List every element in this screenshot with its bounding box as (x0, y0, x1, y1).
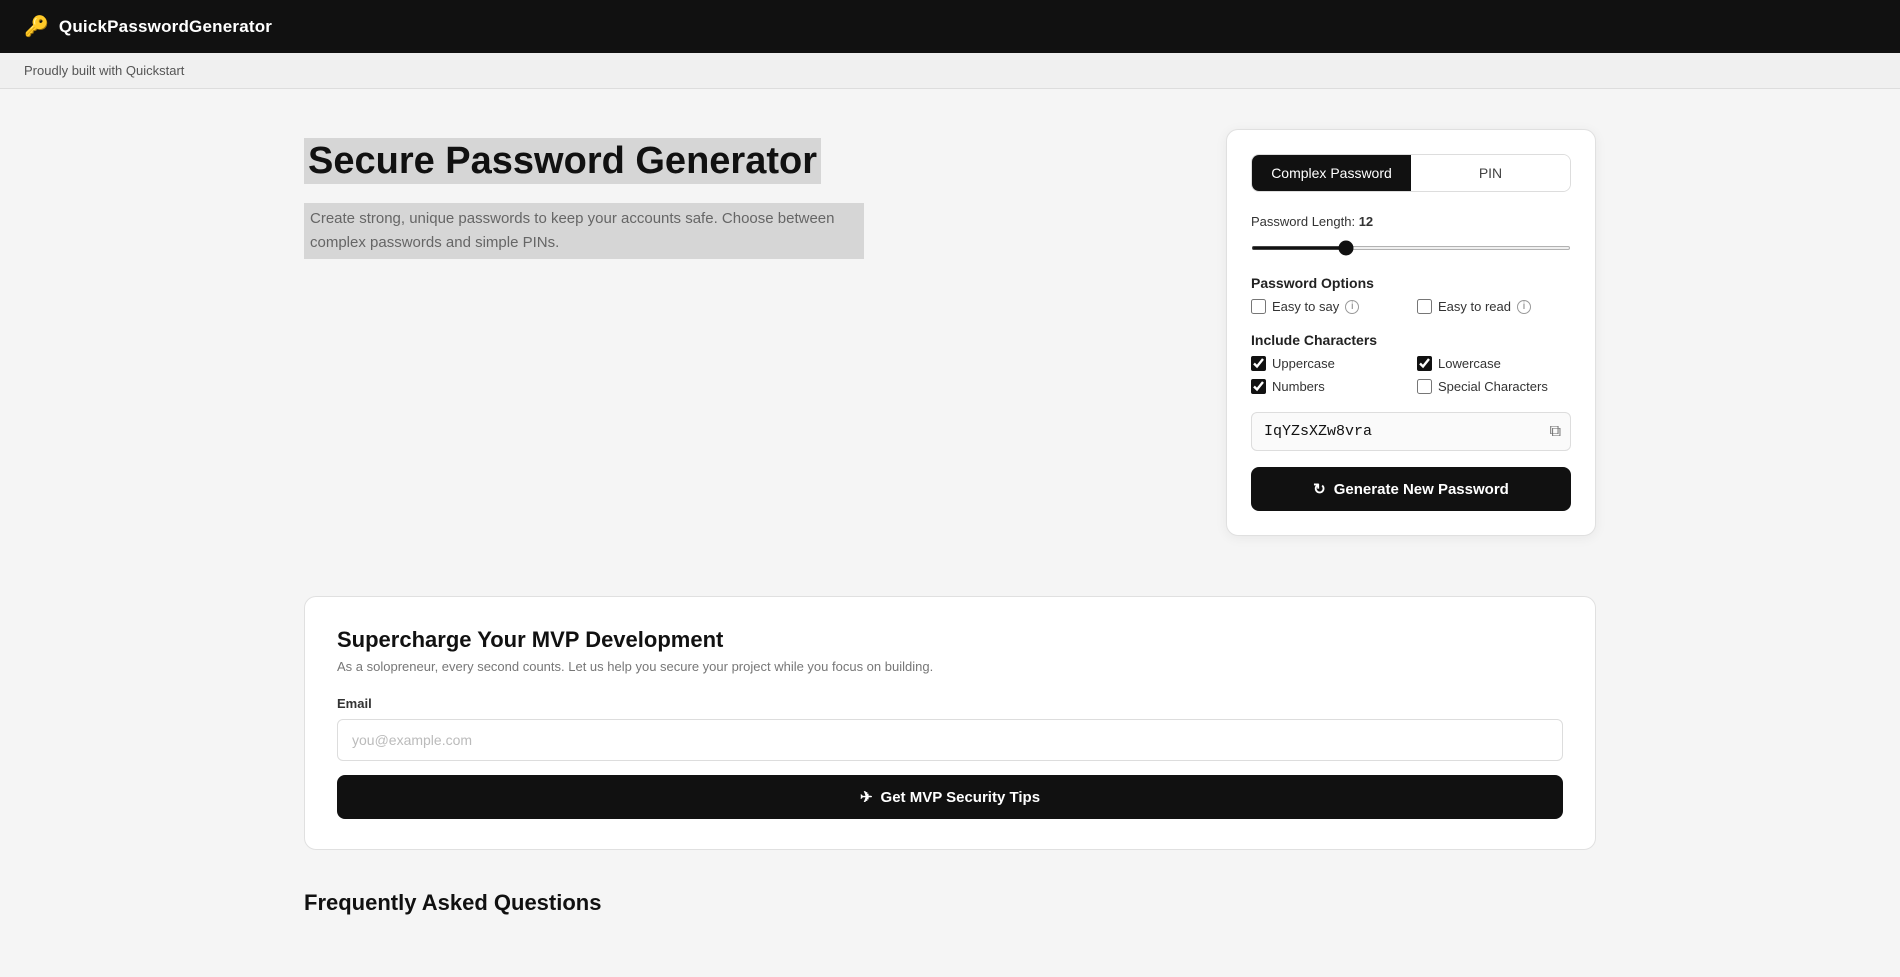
include-characters-section: Include Characters Uppercase Lowercase N… (1251, 332, 1571, 394)
bottom-section: Supercharge Your MVP Development As a so… (280, 596, 1620, 976)
options-label: Password Options (1251, 275, 1571, 291)
subbar: Proudly built with Quickstart (0, 53, 1900, 89)
lowercase-label: Lowercase (1438, 356, 1501, 371)
uppercase-label: Uppercase (1272, 356, 1335, 371)
password-options-section: Password Options Easy to say i Easy to r… (1251, 275, 1571, 314)
numbers-checkbox[interactable] (1251, 379, 1266, 394)
easy-read-checkbox[interactable] (1417, 299, 1432, 314)
easy-say-info-icon[interactable]: i (1345, 300, 1359, 314)
password-length-section: Password Length: 12 (1251, 214, 1571, 255)
tab-pin[interactable]: PIN (1411, 155, 1570, 191)
email-input[interactable] (337, 719, 1563, 761)
option-easy-say: Easy to say i (1251, 299, 1405, 314)
option-special: Special Characters (1417, 379, 1571, 394)
easy-read-info-icon[interactable]: i (1517, 300, 1531, 314)
password-output[interactable] (1251, 412, 1571, 451)
app-title: QuickPasswordGenerator (59, 17, 272, 37)
hero-section: Secure Password Generator Create strong,… (304, 129, 1186, 259)
mvp-button[interactable]: ✈ Get MVP Security Tips (337, 775, 1563, 819)
easy-say-checkbox[interactable] (1251, 299, 1266, 314)
length-value: 12 (1359, 214, 1373, 229)
option-easy-read: Easy to read i (1417, 299, 1571, 314)
special-checkbox[interactable] (1417, 379, 1432, 394)
promo-subtitle: As a solopreneur, every second counts. L… (337, 659, 1563, 674)
easy-read-label: Easy to read (1438, 299, 1511, 314)
copy-icon: ⧉ (1550, 423, 1561, 440)
tab-group: Complex Password PIN (1251, 154, 1571, 192)
numbers-label: Numbers (1272, 379, 1325, 394)
subbar-text: Proudly built with Quickstart (24, 63, 184, 78)
password-output-wrapper: ⧉ (1251, 412, 1571, 451)
include-grid: Uppercase Lowercase Numbers Special Char… (1251, 356, 1571, 394)
option-lowercase: Lowercase (1417, 356, 1571, 371)
page-title: Secure Password Generator (304, 139, 1186, 185)
promo-card: Supercharge Your MVP Development As a so… (304, 596, 1596, 850)
lowercase-checkbox[interactable] (1417, 356, 1432, 371)
email-label: Email (337, 696, 1563, 711)
length-slider[interactable] (1251, 246, 1571, 250)
option-uppercase: Uppercase (1251, 356, 1405, 371)
generator-card: Complex Password PIN Password Length: 12… (1226, 129, 1596, 536)
special-label: Special Characters (1438, 379, 1548, 394)
promo-title: Supercharge Your MVP Development (337, 627, 1563, 653)
tab-complex[interactable]: Complex Password (1252, 155, 1411, 191)
navbar: 🔑 QuickPasswordGenerator (0, 0, 1900, 53)
options-grid: Easy to say i Easy to read i (1251, 299, 1571, 314)
hero-subtitle: Create strong, unique passwords to keep … (304, 203, 1186, 259)
faq-title: Frequently Asked Questions (304, 890, 1596, 916)
lock-icon: 🔑 (24, 14, 49, 39)
generate-button-label: Generate New Password (1334, 481, 1509, 498)
generate-button[interactable]: ↻ Generate New Password (1251, 467, 1571, 511)
mvp-button-label: Get MVP Security Tips (881, 789, 1041, 806)
length-label: Password Length: 12 (1251, 214, 1571, 229)
send-icon: ✈ (860, 788, 873, 806)
copy-button[interactable]: ⧉ (1550, 423, 1561, 441)
include-label: Include Characters (1251, 332, 1571, 348)
easy-say-label: Easy to say (1272, 299, 1339, 314)
option-numbers: Numbers (1251, 379, 1405, 394)
refresh-icon: ↻ (1313, 480, 1326, 498)
uppercase-checkbox[interactable] (1251, 356, 1266, 371)
main-content: Secure Password Generator Create strong,… (280, 89, 1620, 596)
